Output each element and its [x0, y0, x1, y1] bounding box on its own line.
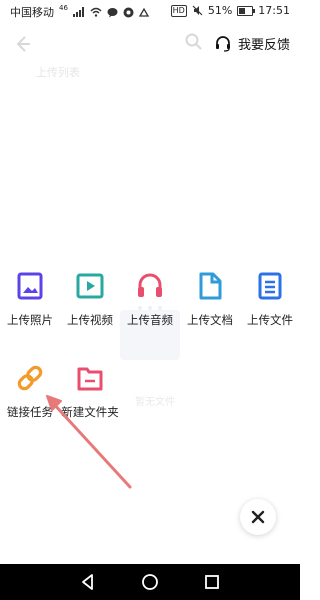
nav-home-icon[interactable] — [140, 572, 160, 592]
close-button[interactable] — [240, 499, 276, 535]
close-icon — [251, 510, 265, 524]
navigation-bar — [0, 564, 300, 600]
nav-back-icon[interactable] — [78, 572, 98, 592]
nav-recents-icon[interactable] — [202, 572, 222, 592]
